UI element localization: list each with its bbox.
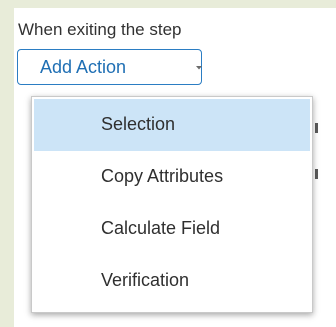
partial-text-mark xyxy=(315,169,318,179)
menu-item-label: Calculate Field xyxy=(101,218,221,238)
menu-item-calculate-field[interactable]: Calculate Field xyxy=(34,203,310,255)
section-label: When exiting the step xyxy=(18,20,182,39)
menu-item-label: Verification xyxy=(101,270,190,290)
partial-text-mark xyxy=(315,123,318,133)
menu-item-selection[interactable]: Selection xyxy=(34,99,310,151)
menu-item-copy-attributes[interactable]: Copy Attributes xyxy=(34,151,310,203)
menu-item-label: Selection xyxy=(101,114,176,134)
add-action-menu: Selection Copy Attributes Calculate Fiel… xyxy=(31,96,313,313)
menu-item-label: Copy Attributes xyxy=(101,166,224,186)
chevron-down-icon xyxy=(196,66,202,70)
underlying-content-edge xyxy=(313,111,322,231)
add-action-label: Add Action xyxy=(40,57,127,77)
menu-item-verification[interactable]: Verification xyxy=(34,255,310,307)
add-action-dropdown-button[interactable]: Add Action xyxy=(17,49,202,85)
